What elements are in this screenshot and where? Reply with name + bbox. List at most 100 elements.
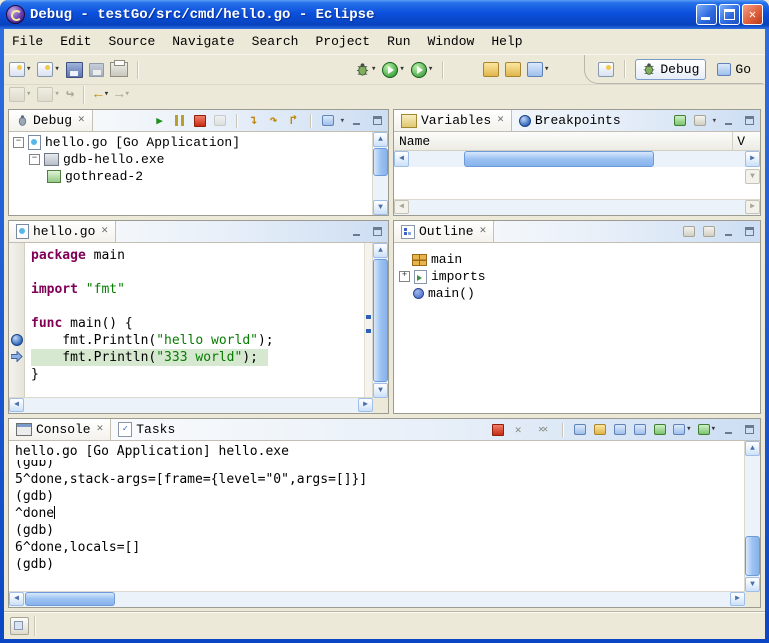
- save-button[interactable]: [65, 61, 84, 79]
- debug-tree[interactable]: − hello.go [Go Application] − gdb-hello.…: [9, 132, 388, 215]
- scroll-down-icon[interactable]: ▼: [745, 169, 760, 184]
- collapse-icon[interactable]: −: [29, 154, 40, 165]
- display-selected-console-button[interactable]: ▾: [672, 423, 692, 436]
- overview-current-line-mark[interactable]: [366, 329, 371, 333]
- last-edit-location-button[interactable]: ↪: [65, 87, 75, 103]
- tab-tasks[interactable]: ✓ Tasks: [111, 419, 182, 440]
- terminate-button[interactable]: [490, 422, 506, 438]
- dropdown-arrow-icon[interactable]: ▾: [54, 65, 59, 74]
- run-launch-button[interactable]: ▾: [381, 61, 405, 79]
- external-tools-button[interactable]: ▾: [410, 61, 434, 79]
- collapse-all-button[interactable]: [681, 224, 697, 240]
- dropdown-arrow-icon[interactable]: ▾: [399, 65, 404, 74]
- overview-breakpoint-mark[interactable]: [366, 315, 371, 319]
- new-wizard-button[interactable]: ▾: [8, 61, 32, 78]
- close-tab-icon[interactable]: ✕: [497, 115, 504, 126]
- scroll-thumb[interactable]: [745, 536, 760, 576]
- step-return-button[interactable]: ↱: [286, 113, 302, 129]
- search-button[interactable]: ▾: [526, 61, 550, 78]
- minimize-view-button[interactable]: [721, 422, 737, 438]
- scroll-up-icon[interactable]: ▲: [373, 132, 388, 147]
- scroll-up-icon[interactable]: ▲: [373, 243, 388, 258]
- column-value[interactable]: V: [732, 132, 745, 150]
- menu-file[interactable]: File: [12, 34, 43, 49]
- dropdown-arrow-icon[interactable]: ▾: [686, 425, 691, 434]
- dropdown-arrow-icon[interactable]: ▾: [26, 65, 31, 74]
- close-tab-icon[interactable]: ✕: [97, 424, 104, 435]
- scroll-right-icon[interactable]: ▶: [745, 151, 760, 167]
- dropdown-arrow-icon[interactable]: ▾: [125, 90, 130, 99]
- scroll-down-icon[interactable]: ▼: [373, 200, 388, 215]
- clear-console-button[interactable]: [572, 422, 588, 438]
- back-button[interactable]: ←▾: [93, 87, 110, 103]
- minimize-button[interactable]: [696, 4, 717, 25]
- view-menu-icon[interactable]: ▾: [712, 116, 717, 126]
- scroll-left-icon[interactable]: ◀: [394, 200, 409, 214]
- close-tab-icon[interactable]: ✕: [78, 115, 85, 126]
- editor-horizontal-scrollbar[interactable]: ◀ ▶: [9, 397, 373, 413]
- remove-launch-button[interactable]: ✕: [510, 422, 526, 438]
- suspend-button[interactable]: [172, 113, 188, 129]
- tab-debug[interactable]: Debug ✕: [9, 110, 93, 131]
- scroll-left-icon[interactable]: ◀: [9, 398, 24, 412]
- previous-annotation-button[interactable]: ▾: [36, 86, 60, 103]
- tab-console[interactable]: Console ✕: [9, 419, 111, 440]
- fast-view-bar-icon[interactable]: [10, 617, 29, 635]
- scroll-right-icon[interactable]: ▶: [745, 200, 760, 214]
- dropdown-arrow-icon[interactable]: ▾: [544, 65, 549, 74]
- expand-icon[interactable]: +: [399, 271, 410, 282]
- debug-vertical-scrollbar[interactable]: ▲ ▼: [372, 132, 388, 215]
- view-menu-icon[interactable]: ▾: [340, 116, 345, 126]
- scroll-thumb[interactable]: [373, 148, 388, 176]
- scroll-left-icon[interactable]: ◀: [394, 151, 409, 167]
- close-button[interactable]: ✕: [742, 4, 763, 25]
- step-into-button[interactable]: ↴: [246, 113, 262, 129]
- perspective-go-button[interactable]: Go: [711, 60, 757, 79]
- remove-all-launches-button[interactable]: ✕✕: [530, 422, 554, 438]
- scroll-up-icon[interactable]: ▲: [745, 441, 760, 456]
- menu-project[interactable]: Project: [315, 34, 370, 49]
- menu-edit[interactable]: Edit: [60, 34, 91, 49]
- link-with-editor-button[interactable]: [701, 224, 717, 240]
- dropdown-arrow-icon[interactable]: ▾: [54, 90, 59, 99]
- step-over-button[interactable]: ↷: [266, 113, 282, 129]
- outline-tree[interactable]: main + imports main(): [394, 243, 760, 413]
- word-wrap-button[interactable]: [612, 422, 628, 438]
- maximize-view-button[interactable]: [369, 113, 385, 129]
- show-stdin-button[interactable]: [652, 422, 668, 438]
- maximize-view-button[interactable]: [741, 224, 757, 240]
- minimize-view-button[interactable]: [721, 113, 737, 129]
- console-horizontal-scrollbar[interactable]: ◀ ▶: [9, 591, 745, 607]
- open-perspective-button[interactable]: [597, 61, 615, 78]
- console-vertical-scrollbar[interactable]: ▲ ▼: [744, 441, 760, 592]
- save-all-button[interactable]: [88, 62, 105, 78]
- tab-breakpoints[interactable]: Breakpoints: [512, 110, 628, 131]
- menu-help[interactable]: Help: [491, 34, 522, 49]
- scroll-lock-button[interactable]: [592, 422, 608, 438]
- tab-variables[interactable]: Variables ✕: [394, 110, 512, 131]
- outline-item-imports[interactable]: + imports: [394, 268, 760, 285]
- scroll-thumb[interactable]: [373, 259, 388, 382]
- dropdown-arrow-icon[interactable]: ▾: [26, 90, 31, 99]
- close-tab-icon[interactable]: ✕: [480, 226, 487, 237]
- tree-row-process[interactable]: − gdb-hello.exe: [9, 151, 388, 168]
- terminate-button[interactable]: [192, 113, 208, 129]
- collapse-all-button[interactable]: [692, 113, 708, 129]
- scroll-thumb[interactable]: [25, 592, 115, 606]
- editor-vertical-scrollbar[interactable]: ▲ ▼: [372, 243, 388, 398]
- editor-gutter[interactable]: [9, 243, 25, 398]
- instruction-pointer-icon[interactable]: [11, 351, 23, 362]
- dropdown-arrow-icon[interactable]: ▾: [428, 65, 433, 74]
- resume-button[interactable]: ▶: [152, 113, 168, 129]
- maximize-view-button[interactable]: [369, 224, 385, 240]
- perspective-debug-button[interactable]: Debug: [635, 59, 706, 80]
- code-area[interactable]: package main import "fmt" func main() { …: [25, 243, 365, 398]
- forward-button[interactable]: →▾: [114, 87, 131, 103]
- scroll-right-icon[interactable]: ▶: [730, 592, 745, 606]
- new-menu-button[interactable]: ▾: [36, 61, 60, 78]
- title-bar[interactable]: Debug - testGo/src/cmd/hello.go - Eclips…: [0, 0, 769, 29]
- tree-row-thread[interactable]: gothread-2: [9, 168, 388, 185]
- maximize-view-button[interactable]: [741, 113, 757, 129]
- menu-source[interactable]: Source: [108, 34, 155, 49]
- show-type-names-button[interactable]: [672, 113, 688, 129]
